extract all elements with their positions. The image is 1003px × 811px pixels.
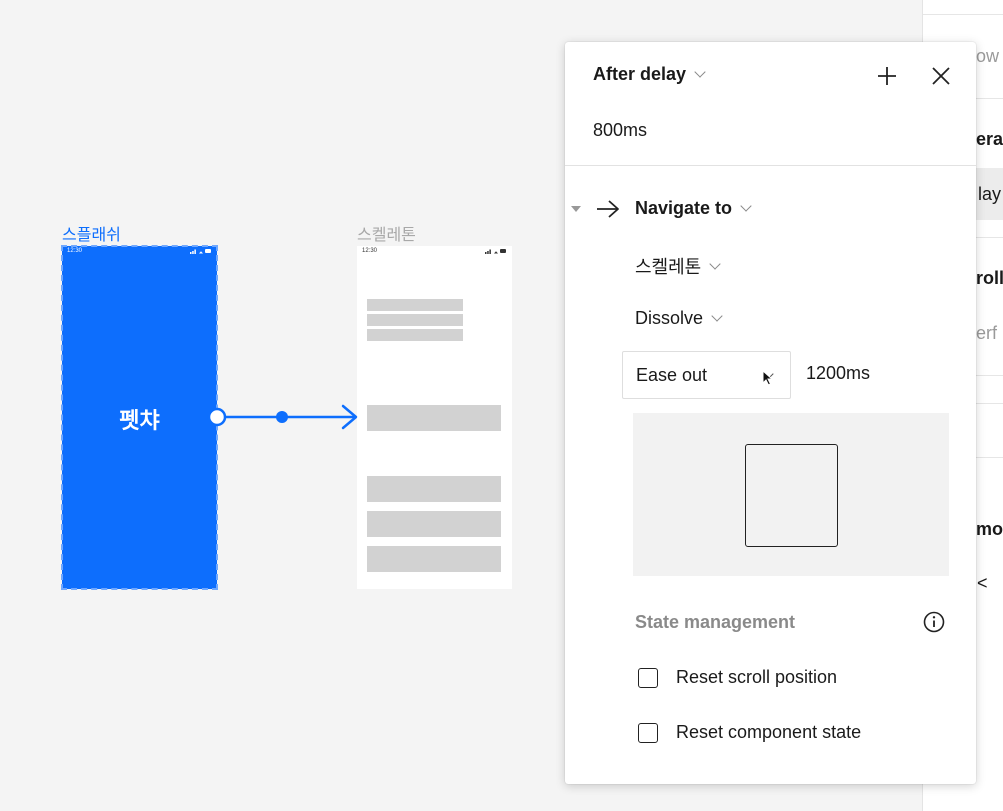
- signal-wifi-battery-icon: [485, 249, 506, 254]
- animation-preview: [633, 413, 949, 576]
- delay-input[interactable]: 800ms: [593, 120, 647, 141]
- easing-label: Ease out: [636, 364, 708, 385]
- action-label: Navigate to: [635, 198, 733, 218]
- destination-label: 스켈레톤: [635, 257, 702, 277]
- panel-fragment-text: lay: [978, 184, 1002, 204]
- trigger-label: After delay: [593, 64, 687, 84]
- divider: [976, 457, 1003, 458]
- plus-icon: [878, 67, 896, 85]
- divider: [923, 14, 1003, 15]
- animation-label: Dissolve: [635, 308, 704, 328]
- chevron-down-icon: [709, 257, 721, 270]
- signal-wifi-battery-icon: [190, 249, 211, 254]
- status-bar: 12:30: [357, 246, 512, 258]
- frame-label-skeleton[interactable]: 스켈레톤: [357, 221, 416, 245]
- skeleton-line: [367, 299, 463, 311]
- collapse-triangle-icon[interactable]: [571, 206, 581, 212]
- trigger-dropdown[interactable]: After delay: [593, 64, 706, 85]
- mouse-cursor-icon: [762, 369, 774, 391]
- panel-fragment-text: roll: [976, 268, 1003, 288]
- reset-component-checkbox[interactable]: [638, 722, 658, 743]
- duration-input[interactable]: 1200ms: [806, 363, 870, 384]
- panel-fragment-text: era: [976, 129, 1003, 149]
- splash-frame[interactable]: 12:30 펫챠: [61, 245, 218, 590]
- status-time: 12:30: [67, 248, 83, 254]
- info-icon[interactable]: [923, 611, 945, 638]
- panel-fragment-text: mo: [976, 519, 1003, 539]
- action-dropdown[interactable]: Navigate to: [635, 198, 752, 219]
- add-interaction-button[interactable]: [872, 61, 902, 91]
- chevron-down-icon: [694, 66, 706, 78]
- divider: [976, 403, 1003, 404]
- status-bar: 12:30: [62, 246, 217, 258]
- close-panel-button[interactable]: [926, 61, 956, 91]
- reset-scroll-label: Reset scroll position: [676, 667, 838, 687]
- chevron-down-icon: [711, 310, 723, 322]
- frame-label-splash[interactable]: 스플래쉬: [62, 221, 121, 245]
- status-time: 12:30: [362, 248, 378, 254]
- skeleton-block: [367, 511, 501, 537]
- preview-frame-outline: [745, 444, 838, 547]
- destination-dropdown[interactable]: 스켈레톤: [635, 253, 721, 279]
- reset-component-checkbox-row[interactable]: Reset component state: [638, 722, 861, 743]
- skeleton-frame[interactable]: 12:30: [357, 246, 512, 589]
- panel-fragment-text[interactable]: <: [977, 573, 988, 594]
- close-icon: [932, 67, 950, 85]
- app-logo-text: 펫챠: [119, 408, 160, 433]
- reset-scroll-checkbox[interactable]: [638, 667, 658, 688]
- skeleton-line: [367, 329, 463, 341]
- skeleton-line: [367, 314, 463, 326]
- panel-fragment-text: ow s: [976, 46, 1003, 66]
- skeleton-block: [367, 405, 501, 431]
- state-management-title: State management: [635, 612, 796, 632]
- skeleton-block: [367, 476, 501, 502]
- status-icons: [190, 248, 212, 256]
- status-icons: [485, 248, 507, 256]
- arrow-right-icon: [596, 198, 620, 225]
- divider: [565, 165, 976, 166]
- chevron-down-icon: [740, 200, 752, 212]
- interaction-details-panel: After delay 800ms Navigate to 스켈레톤 Disso…: [565, 42, 976, 784]
- animation-dropdown[interactable]: Dissolve: [635, 308, 723, 329]
- reset-scroll-checkbox-row[interactable]: Reset scroll position: [638, 667, 837, 688]
- reset-component-label: Reset component state: [676, 722, 862, 742]
- skeleton-block: [367, 546, 501, 572]
- panel-fragment-text: erf: [976, 323, 998, 343]
